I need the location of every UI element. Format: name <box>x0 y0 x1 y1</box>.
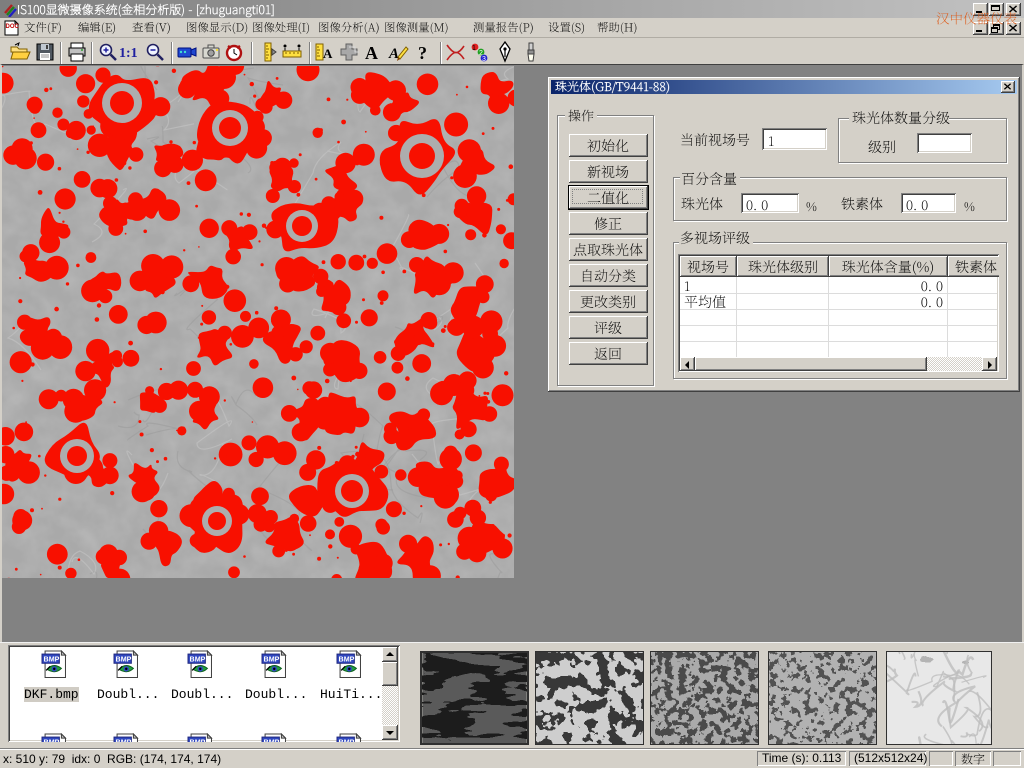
svg-text:3: 3 <box>482 56 486 63</box>
svg-text:A: A <box>323 46 333 61</box>
svg-text:DOC: DOC <box>6 24 20 30</box>
svg-text:?: ? <box>418 43 427 63</box>
svg-text:1: 1 <box>472 45 476 52</box>
svg-text:A: A <box>365 43 378 63</box>
svg-text:1:1: 1:1 <box>119 46 138 61</box>
